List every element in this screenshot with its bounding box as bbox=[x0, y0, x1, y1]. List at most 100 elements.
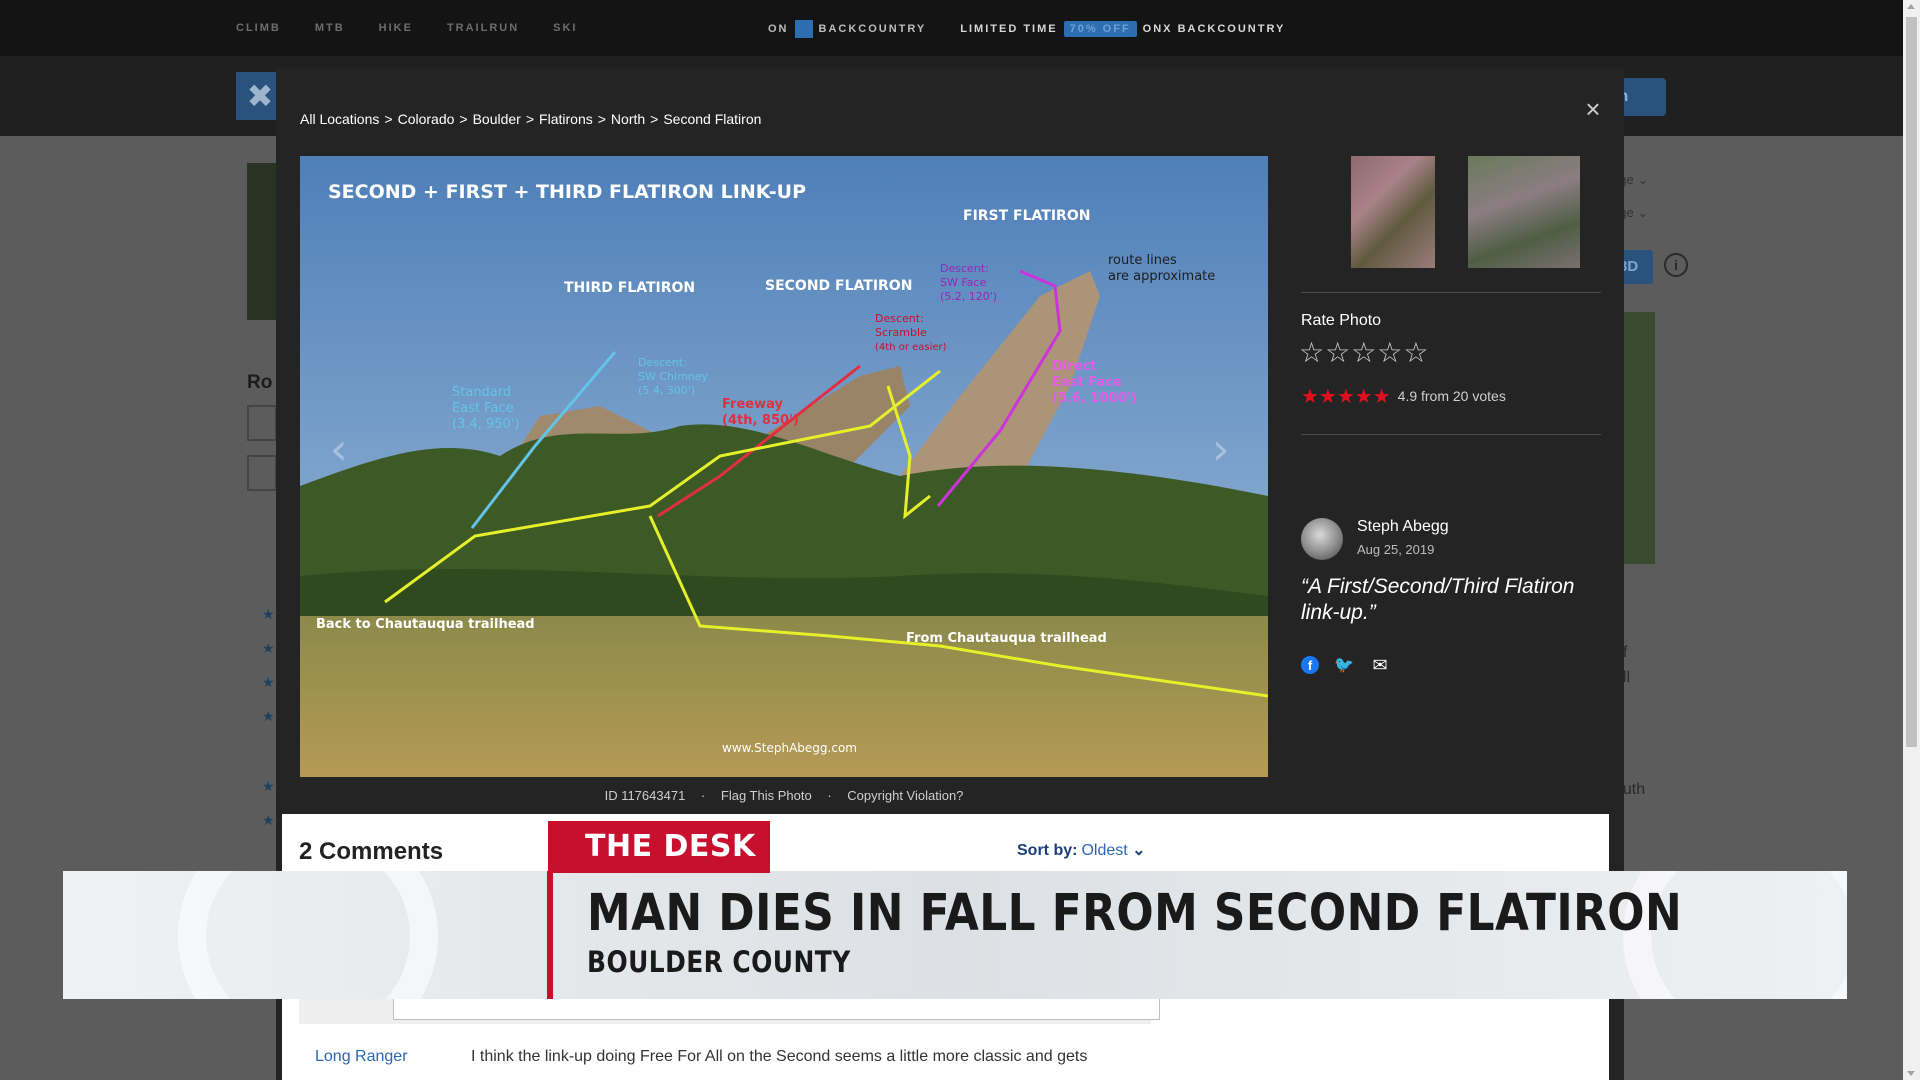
nav-link-ski[interactable]: SKI bbox=[553, 22, 577, 34]
route-heading: Ro bbox=[247, 372, 273, 393]
star-icon: ★ bbox=[262, 778, 275, 794]
label-standard: East Face bbox=[452, 401, 514, 416]
sport-links: CLIMB MTB HIKE TRAILRUN SKI bbox=[236, 22, 578, 34]
promo-brand: BACKCOUNTRY bbox=[818, 23, 927, 35]
comment-author-link[interactable]: Long Ranger bbox=[315, 1048, 408, 1066]
divider bbox=[1301, 292, 1601, 293]
label-sw-face: SW Face bbox=[940, 276, 986, 289]
eye-logo-ring bbox=[178, 871, 438, 999]
label-scramble: Descent: bbox=[875, 312, 924, 325]
nav-link-hike[interactable]: HIKE bbox=[379, 22, 413, 34]
label-sw-face: (5.2, 120') bbox=[940, 290, 997, 303]
rate-star-input[interactable]: ☆☆☆☆☆ bbox=[1299, 336, 1430, 369]
label-freeway: Freeway bbox=[722, 397, 783, 412]
page-scrollbar[interactable] bbox=[1903, 0, 1920, 1080]
label-freeway: (4th, 850') bbox=[722, 413, 799, 428]
photo-meta: ID 117643471 · Flag This Photo · Copyrig… bbox=[300, 788, 1268, 803]
discount-pill: 70% OFF bbox=[1063, 21, 1137, 37]
label-standard: Standard bbox=[452, 385, 511, 400]
divider bbox=[1301, 434, 1601, 435]
facebook-icon[interactable]: f bbox=[1301, 656, 1319, 674]
related-photo-thumbnail-2[interactable] bbox=[1468, 156, 1580, 268]
photo-id: ID 117643471 bbox=[604, 788, 686, 803]
photo-title-text: SECOND + FIRST + THIRD FLATIRON LINK-UP bbox=[328, 181, 806, 203]
scroll-up-icon[interactable] bbox=[1907, 4, 1915, 9]
email-icon[interactable]: ✉ bbox=[1369, 654, 1391, 676]
twitter-icon[interactable]: 🐦 bbox=[1333, 654, 1355, 676]
rating-summary: 4.9 from 20 votes bbox=[1397, 388, 1506, 404]
photo-score: ★★★★★ 4.9 from 20 votes bbox=[1301, 384, 1506, 408]
label-scramble: Scramble bbox=[875, 326, 927, 339]
related-photo-thumbnail-1[interactable] bbox=[1351, 156, 1435, 268]
photo-caption: “A First/Second/Third Flatiron link-up.” bbox=[1301, 575, 1575, 624]
label-sw-chimney: SW Chimney bbox=[638, 370, 709, 383]
next-photo-icon[interactable]: › bbox=[1212, 424, 1230, 475]
chevron-down-icon: ⌄ bbox=[1132, 842, 1146, 859]
route-input-1[interactable] bbox=[247, 405, 277, 441]
sort-value: Oldest bbox=[1081, 842, 1128, 859]
nav-link-trailrun[interactable]: TRAILRUN bbox=[447, 22, 519, 34]
close-icon[interactable]: × bbox=[1578, 94, 1608, 124]
route-topo-photo[interactable]: SECOND + FIRST + THIRD FLATIRON LINK-UP … bbox=[300, 156, 1268, 777]
star-icon: ★ bbox=[262, 640, 275, 656]
breadcrumb-colorado[interactable]: Colorado bbox=[398, 111, 455, 127]
label-back-trailhead: Back to Chautauqua trailhead bbox=[316, 617, 535, 632]
photo-date: Aug 25, 2019 bbox=[1357, 542, 1435, 557]
label-standard: (3.4, 950') bbox=[452, 417, 519, 432]
breadcrumb-second-flatiron[interactable]: Second Flatiron bbox=[663, 111, 761, 127]
breadcrumb-separator: > bbox=[597, 111, 606, 127]
top-navigation: CLIMB MTB HIKE TRAILRUN SKI ON BACKCOUNT… bbox=[0, 0, 1903, 56]
sort-label: Sort by: bbox=[1017, 842, 1078, 859]
nav-link-climb[interactable]: CLIMB bbox=[236, 22, 281, 34]
star-icon: ★ bbox=[262, 674, 275, 690]
breadcrumb-flatirons[interactable]: Flatirons bbox=[539, 111, 593, 127]
nav-link-mtb[interactable]: MTB bbox=[315, 22, 345, 34]
the-desk-tag: THE DESK bbox=[548, 821, 770, 873]
photo-author[interactable]: Steph Abegg bbox=[1357, 518, 1449, 536]
scrollbar-thumb[interactable] bbox=[1906, 17, 1917, 747]
rate-photo-heading: Rate Photo bbox=[1301, 312, 1382, 329]
label-note-line2: are approximate bbox=[1108, 269, 1215, 284]
label-third-flatiron: THIRD FLATIRON bbox=[564, 280, 695, 296]
meta-dot: · bbox=[827, 788, 832, 803]
avatar[interactable] bbox=[1301, 518, 1343, 560]
meta-dot: · bbox=[700, 788, 706, 803]
topo-photo-image: SECOND + FIRST + THIRD FLATIRON LINK-UP … bbox=[300, 156, 1268, 777]
promo-banner[interactable]: ON BACKCOUNTRY LIMITED TIME 70% OFF ONX … bbox=[768, 20, 1285, 38]
label-sw-face: Descent: bbox=[940, 262, 989, 275]
flag-photo-link[interactable]: Flag This Photo bbox=[721, 788, 812, 803]
label-second-flatiron: SECOND FLATIRON bbox=[765, 278, 912, 294]
news-headline: MAN DIES IN FALL FROM SECOND FLATIRON bbox=[587, 884, 1683, 943]
breadcrumb-boulder[interactable]: Boulder bbox=[473, 111, 521, 127]
breadcrumb-separator: > bbox=[384, 111, 393, 127]
star-icon: ★ bbox=[262, 812, 275, 828]
comment-text: I think the link-up doing Free For All o… bbox=[471, 1048, 1088, 1065]
chyron-accent-bar bbox=[547, 871, 553, 999]
promo-prefix: ON bbox=[768, 23, 789, 35]
copyright-violation-link[interactable]: Copyright Violation? bbox=[847, 788, 963, 803]
label-direct-east-face: Direct bbox=[1052, 359, 1096, 374]
route-input-2[interactable] bbox=[247, 455, 277, 491]
share-links: f 🐦 ✉ bbox=[1301, 654, 1391, 676]
route-photo-thumbnail[interactable] bbox=[247, 163, 277, 320]
breadcrumb-separator: > bbox=[650, 111, 659, 127]
promo-suffix: ONX BACKCOUNTRY bbox=[1142, 23, 1286, 35]
info-icon[interactable]: i bbox=[1664, 253, 1688, 277]
label-first-flatiron: FIRST FLATIRON bbox=[963, 208, 1090, 224]
breadcrumb-north[interactable]: North bbox=[611, 111, 645, 127]
label-direct-east-face: East Face bbox=[1052, 375, 1122, 390]
rating-stars-icon: ★★★★★ bbox=[1301, 384, 1391, 408]
breadcrumb-all-locations[interactable]: All Locations bbox=[300, 111, 379, 127]
comments-heading: 2 Comments bbox=[299, 838, 444, 865]
photo-credit: www.StephAbegg.com bbox=[722, 741, 857, 755]
star-icon: ★ bbox=[262, 606, 275, 622]
prev-photo-icon[interactable]: ‹ bbox=[330, 424, 348, 475]
scroll-down-icon[interactable] bbox=[1907, 1071, 1915, 1076]
label-direct-east-face: (5.6, 1000') bbox=[1052, 391, 1137, 406]
onx-logo-icon bbox=[794, 20, 813, 38]
star-icon: ★ bbox=[262, 708, 275, 724]
limited-time-label: LIMITED TIME bbox=[960, 23, 1058, 35]
sort-dropdown[interactable]: Sort by: Oldest ⌄ bbox=[1017, 840, 1146, 860]
label-scramble: (4th or easier) bbox=[875, 342, 947, 353]
label-from-trailhead: From Chautauqua trailhead bbox=[906, 631, 1107, 646]
